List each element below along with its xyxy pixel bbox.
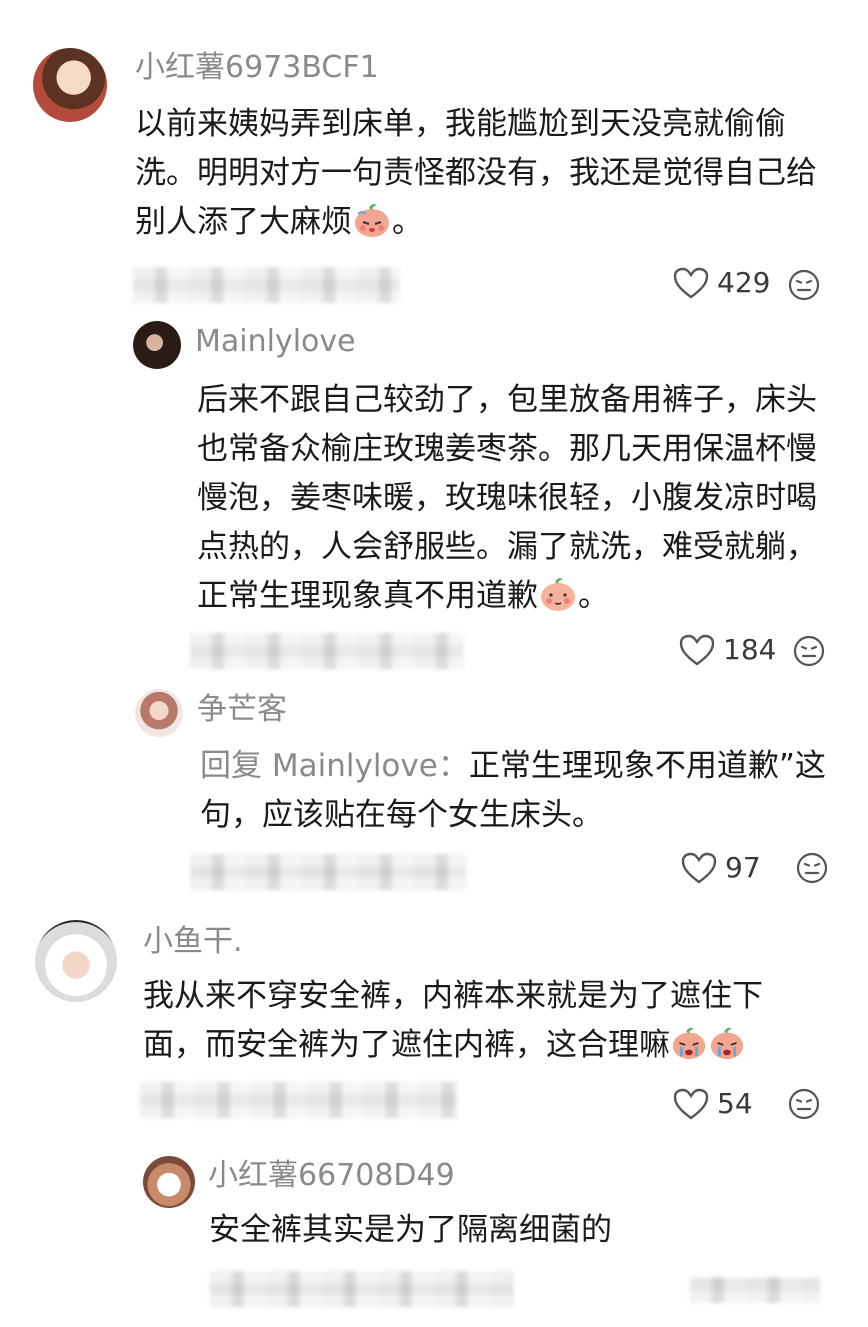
like-count: 184 (723, 633, 777, 666)
like-button[interactable]: 184 (679, 633, 776, 666)
crying-peach-icon (670, 1025, 708, 1076)
timestamp-blurred (190, 854, 466, 890)
username[interactable]: 小红薯66708D49 (208, 1158, 455, 1194)
username[interactable]: 小鱼干. (143, 924, 243, 960)
heart-icon (673, 267, 709, 299)
shy-peach-icon (538, 576, 578, 627)
comment-text: 我从来不穿安全裤，内裤本来就是为了遮住下面，而安全裤为了遮住内裤，这合理嘛 (143, 972, 793, 1076)
comment-text-suffix: 。 (392, 204, 423, 240)
username[interactable]: Mainlylove (195, 324, 356, 360)
crying-peach-icon (708, 1025, 746, 1076)
heart-icon (681, 852, 717, 884)
reply: 小红薯66708D49 安全裤其实是为了隔离细菌的 (0, 1140, 868, 1327)
timestamp-blurred (210, 1271, 513, 1307)
dislike-button[interactable] (788, 1088, 820, 1124)
meh-face-icon (796, 852, 828, 888)
comment: 小鱼干. 我从来不穿安全裤，内裤本来就是为了遮住下面，而安全裤为了遮住内裤，这合… (0, 900, 868, 1140)
meh-face-icon (788, 269, 820, 305)
username[interactable]: 小红薯6973BCF1 (135, 50, 379, 86)
comment-text: 回复 Mainlylove：正常生理现象不用道歉”这句，应该贴在每个女生床头。 (200, 742, 830, 840)
dislike-button[interactable] (788, 269, 820, 305)
reply-prefix[interactable]: 回复 Mainlylove： (200, 748, 469, 784)
comment: 小红薯6973BCF1 以前来姨妈弄到床单，我能尴尬到天没亮就偷偷洗。明明对方一… (0, 0, 868, 310)
avatar[interactable] (143, 1156, 195, 1208)
avatar[interactable] (135, 689, 183, 737)
avatar[interactable] (35, 920, 117, 1002)
timestamp-blurred (190, 633, 464, 669)
meh-face-icon (788, 1088, 820, 1124)
comment-text-content: 安全裤其实是为了隔离细菌的 (209, 1212, 612, 1248)
comment-text-suffix: 。 (578, 578, 609, 614)
dislike-button[interactable] (796, 852, 828, 888)
comment-text-content: 以前来姨妈弄到床单，我能尴尬到天没亮就偷偷洗。明明对方一句责怪都没有，我还是觉得… (135, 106, 817, 240)
like-button[interactable]: 54 (673, 1087, 753, 1120)
username[interactable]: 争芒客 (197, 692, 287, 728)
comment-text: 以前来姨妈弄到床单，我能尴尬到天没亮就偷偷洗。明明对方一句责怪都没有，我还是觉得… (135, 100, 825, 253)
avatar[interactable] (33, 48, 107, 122)
dislike-button[interactable] (793, 635, 825, 671)
meh-face-icon (793, 635, 825, 671)
timestamp-blurred (133, 267, 400, 303)
heart-icon (679, 634, 715, 666)
comment-text: 后来不跟自己较劲了，包里放备用裤子，床头也常备众榆庄玫瑰姜枣茶。那几天用保温杯慢… (197, 376, 827, 627)
heart-icon (673, 1088, 709, 1120)
reply: 争芒客 回复 Mainlylove：正常生理现象不用道歉”这句，应该贴在每个女生… (0, 680, 868, 900)
like-count: 429 (717, 266, 771, 299)
comment-text-content: 后来不跟自己较劲了，包里放备用裤子，床头也常备众榆庄玫瑰姜枣茶。那几天用保温杯慢… (197, 382, 817, 614)
watermark-blurred (690, 1277, 820, 1303)
reply: Mainlylove 后来不跟自己较劲了，包里放备用裤子，床头也常备众榆庄玫瑰姜… (0, 310, 868, 680)
like-button[interactable]: 97 (681, 851, 761, 884)
comment-text: 安全裤其实是为了隔离细菌的 (209, 1206, 829, 1255)
sad-peach-icon (352, 202, 392, 253)
like-count: 97 (725, 851, 761, 884)
avatar[interactable] (133, 321, 181, 369)
timestamp-blurred (140, 1082, 458, 1118)
like-button[interactable]: 429 (673, 266, 770, 299)
like-count: 54 (717, 1087, 753, 1120)
